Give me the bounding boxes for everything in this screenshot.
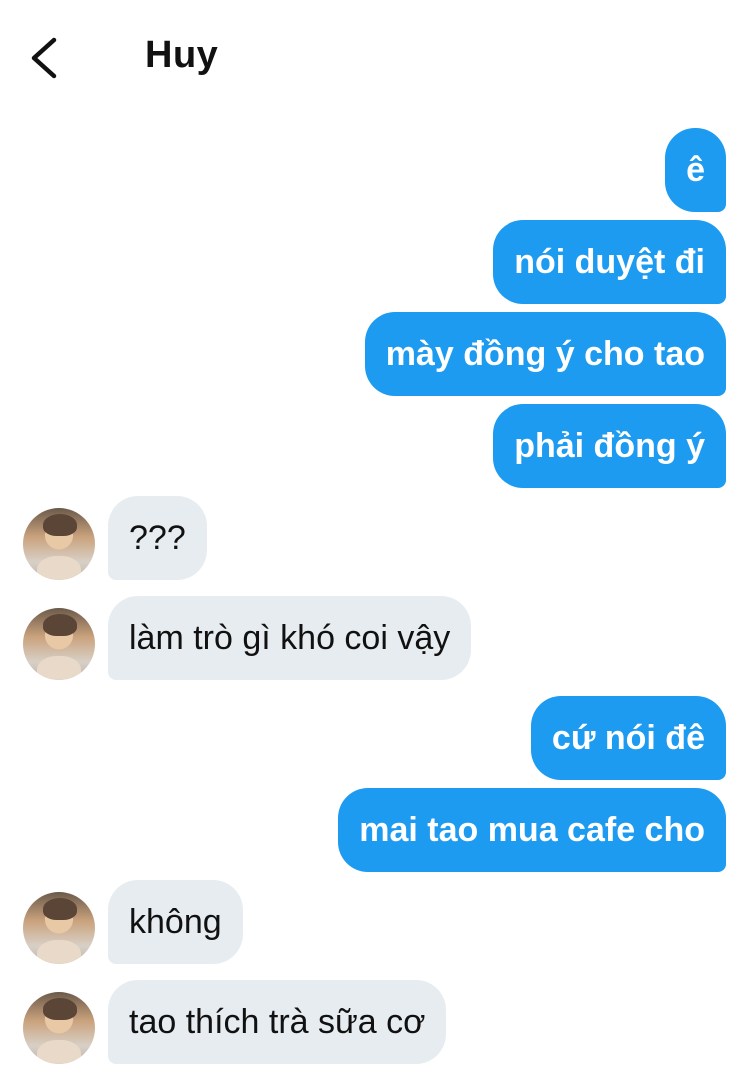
contact-avatar[interactable] [23,508,95,580]
chevron-left-icon [31,37,57,79]
chat-header: Huy [0,0,750,110]
message-bubble-incoming[interactable]: ??? [108,496,207,580]
message-bubble-outgoing[interactable]: mày đồng ý cho tao [364,312,726,396]
back-button[interactable] [22,30,72,86]
message-bubble-incoming[interactable]: làm trò gì khó coi vậy [108,596,472,680]
message-bubble-incoming[interactable]: tao thích trà sữa cơ [108,980,447,1064]
message-bubble-outgoing[interactable]: ê [665,128,726,212]
contact-avatar[interactable] [23,892,95,964]
message-bubble-incoming[interactable]: không [108,880,243,964]
message-bubble-outgoing[interactable]: nói duyệt đi [493,220,726,304]
message-bubble-outgoing[interactable]: phải đồng ý [493,404,726,488]
message-bubble-outgoing[interactable]: mai tao mua cafe cho [338,788,726,872]
message-bubble-outgoing[interactable]: cứ nói đê [530,696,726,780]
contact-avatar[interactable] [23,992,95,1064]
conversation-title[interactable]: Huy [145,34,218,77]
contact-avatar[interactable] [23,608,95,680]
